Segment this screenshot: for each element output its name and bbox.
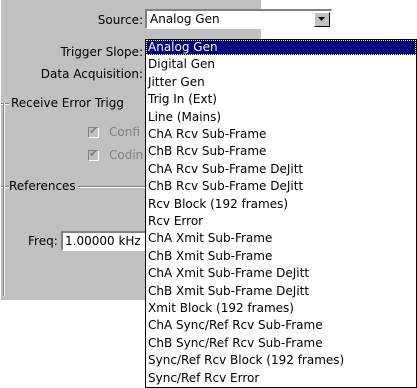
dropdown-option[interactable]: ChB Xmit Sub-Frame DeJitt <box>146 284 416 299</box>
trigger-slope-label: Trigger Slope: <box>60 45 143 59</box>
source-label: Source: <box>97 13 143 27</box>
dropdown-option[interactable]: Xmit Block (192 frames) <box>146 301 416 316</box>
data-acquisition-label: Data Acquisition: <box>40 67 143 81</box>
chevron-down-icon <box>318 17 325 21</box>
config-checkbox-label: Confi <box>109 125 140 139</box>
source-select[interactable]: Analog Gen <box>145 9 332 29</box>
coding-checkbox[interactable]: ✔ <box>88 147 99 161</box>
freq-value: 1.00000 kHz <box>65 234 141 248</box>
checkmark-icon: ✔ <box>89 124 99 137</box>
dropdown-option[interactable]: Line (Mains) <box>146 110 416 125</box>
dropdown-option[interactable]: ChA Rcv Sub-Frame DeJitt <box>146 162 416 177</box>
dropdown-option[interactable]: ChB Rcv Sub-Frame <box>146 144 416 159</box>
source-select-value: Analog Gen <box>150 12 220 26</box>
dropdown-option[interactable]: Analog Gen <box>146 40 416 55</box>
references-group-line-right <box>78 186 146 188</box>
dropdown-option[interactable]: Trig In (Ext) <box>146 92 416 107</box>
coding-checkbox-label: Codin <box>109 148 144 162</box>
freq-label: Freq: <box>28 234 58 248</box>
config-checkbox[interactable]: ✔ <box>88 124 99 138</box>
freq-input[interactable]: 1.00000 kHz <box>61 231 151 251</box>
dropdown-option[interactable]: ChA Xmit Sub-Frame DeJitt <box>146 266 416 281</box>
dropdown-option[interactable]: ChA Xmit Sub-Frame <box>146 231 416 246</box>
dropdown-option[interactable]: ChA Rcv Sub-Frame <box>146 127 416 142</box>
source-dropdown-list[interactable]: Analog Gen Digital Gen Jitter Gen Trig In (… <box>145 39 417 388</box>
references-group-title: References <box>9 179 76 193</box>
dropdown-option[interactable]: ChA Sync/Ref Rcv Sub-Frame <box>146 318 416 333</box>
dropdown-option[interactable]: Sync/Ref Rcv Error <box>146 371 416 386</box>
receive-error-group-title: Receive Error Trigg <box>11 96 124 110</box>
dropdown-option[interactable]: Rcv Error <box>146 214 416 229</box>
dropdown-option[interactable]: ChB Xmit Sub-Frame <box>146 249 416 264</box>
dropdown-option[interactable]: Rcv Block (192 frames) <box>146 197 416 212</box>
dropdown-option[interactable]: ChB Sync/Ref Rcv Sub-Frame <box>146 336 416 351</box>
dropdown-option[interactable]: Sync/Ref Rcv Block (192 frames) <box>146 353 416 368</box>
references-group-left-edge <box>3 186 5 296</box>
source-dropdown-button[interactable] <box>314 12 330 27</box>
dropdown-option[interactable]: Jitter Gen <box>146 75 416 90</box>
dropdown-option[interactable]: ChB Rcv Sub-Frame DeJitt <box>146 179 416 194</box>
dropdown-option[interactable]: Digital Gen <box>146 57 416 72</box>
checkmark-icon: ✔ <box>89 147 99 160</box>
